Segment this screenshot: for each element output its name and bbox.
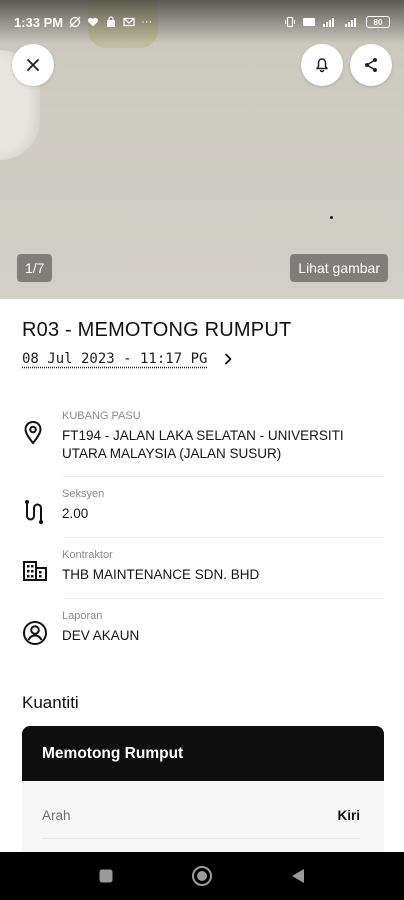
bell-icon: [316, 58, 328, 73]
bag-icon: [107, 16, 116, 27]
detail-section: Seksyen 2.00: [22, 488, 384, 526]
quantity-card: Memotong Rumput Arah Kiri: [22, 726, 384, 856]
sync-off-icon: [69, 16, 81, 28]
close-icon: [27, 59, 39, 71]
vibrate-icon: [285, 16, 295, 28]
quantity-row: Arah Kiri: [42, 793, 360, 839]
share-button[interactable]: [350, 44, 392, 86]
share-icon: [365, 58, 377, 72]
home-button[interactable]: [190, 864, 214, 888]
chevron-right-icon: [225, 353, 232, 365]
detail-location: KUBANG PASU FT194 - JALAN LAKA SELATAN -…: [22, 410, 384, 463]
detail-contractor: Kontraktor THB MAINTENANCE SDN. BHD: [22, 549, 384, 584]
divider: [63, 598, 384, 599]
report-datetime-row[interactable]: 08 Jul 2023 - 11:17 PG: [22, 351, 233, 367]
detail-label: Kontraktor: [62, 549, 113, 561]
signal-icon: [323, 18, 334, 27]
location-pin-icon: [24, 420, 42, 445]
recents-button[interactable]: [94, 864, 118, 888]
signal-icon-2: [345, 18, 356, 27]
circle-icon: [192, 866, 212, 886]
quantity-row-key: Arah: [42, 808, 71, 823]
battery-icon: 80: [366, 16, 390, 28]
system-nav-bar: [0, 852, 404, 900]
detail-value: FT194 - JALAN LAKA SELATAN - UNIVERSITI …: [62, 428, 344, 461]
wifi-icon: [303, 18, 315, 26]
triangle-back-icon: [292, 869, 304, 883]
photo-speck: [330, 216, 333, 219]
detail-label: Laporan: [62, 610, 103, 622]
detail-value: 2.00: [62, 506, 89, 521]
close-button[interactable]: [12, 44, 54, 86]
divider: [63, 476, 384, 477]
report-title: R03 - MEMOTONG RUMPUT: [22, 319, 292, 341]
divider: [63, 537, 384, 538]
detail-label: KUBANG PASU: [62, 410, 141, 422]
report-datetime: 08 Jul 2023 - 11:17 PG: [22, 351, 208, 367]
gmail-icon: [123, 17, 135, 27]
heart-icon: [88, 17, 99, 27]
battery-level: 80: [373, 17, 383, 27]
status-bar: 1:33 PM ··· 80: [0, 0, 404, 44]
quantity-card-title: Memotong Rumput: [22, 726, 384, 781]
detail-label: Seksyen: [62, 488, 105, 500]
detail-reporter: Laporan DEV AKAUN: [22, 610, 384, 646]
quantity-section-title: Kuantiti: [22, 693, 79, 712]
status-notification-icons: ···: [69, 16, 152, 28]
detail-value: DEV AKAUN: [62, 628, 140, 643]
photo-counter: 1/7: [17, 254, 53, 282]
view-image-button[interactable]: Lihat gambar: [290, 254, 388, 282]
back-button[interactable]: [286, 864, 310, 888]
notification-button[interactable]: [301, 44, 343, 86]
user-circle-icon: [23, 621, 47, 645]
quantity-row-value: Kiri: [337, 808, 360, 823]
route-icon: [25, 500, 43, 524]
square-icon: [99, 869, 113, 883]
status-time: 1:33 PM: [14, 14, 64, 30]
more-notifications-icon: ···: [141, 16, 153, 28]
status-system-icons: 80: [284, 16, 390, 28]
building-icon: [23, 561, 47, 581]
detail-value: THB MAINTENANCE SDN. BHD: [62, 567, 260, 582]
